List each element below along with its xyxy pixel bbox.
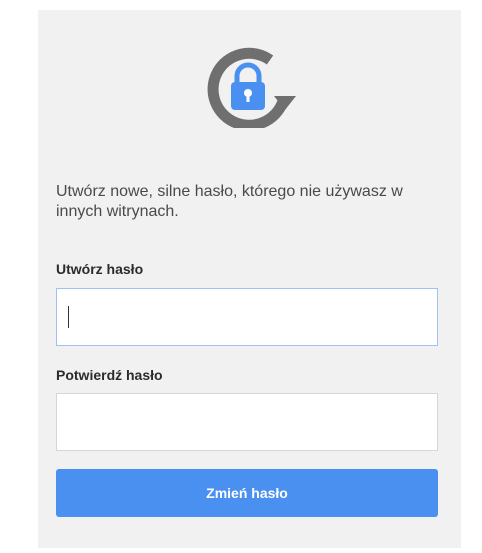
change-password-card: Utwórz nowe, silne hasło, którego nie uż… (38, 10, 461, 548)
create-password-input[interactable] (56, 288, 438, 346)
confirm-password-label: Potwierdź hasło (56, 367, 163, 383)
change-password-button[interactable]: Zmień hasło (56, 469, 438, 517)
lock-refresh-icon (188, 46, 318, 131)
instruction-text: Utwórz nowe, silne hasło, którego nie uż… (56, 183, 403, 220)
text-cursor (68, 306, 69, 328)
create-password-label: Utwórz hasło (56, 261, 144, 277)
confirm-password-input[interactable] (56, 393, 438, 451)
